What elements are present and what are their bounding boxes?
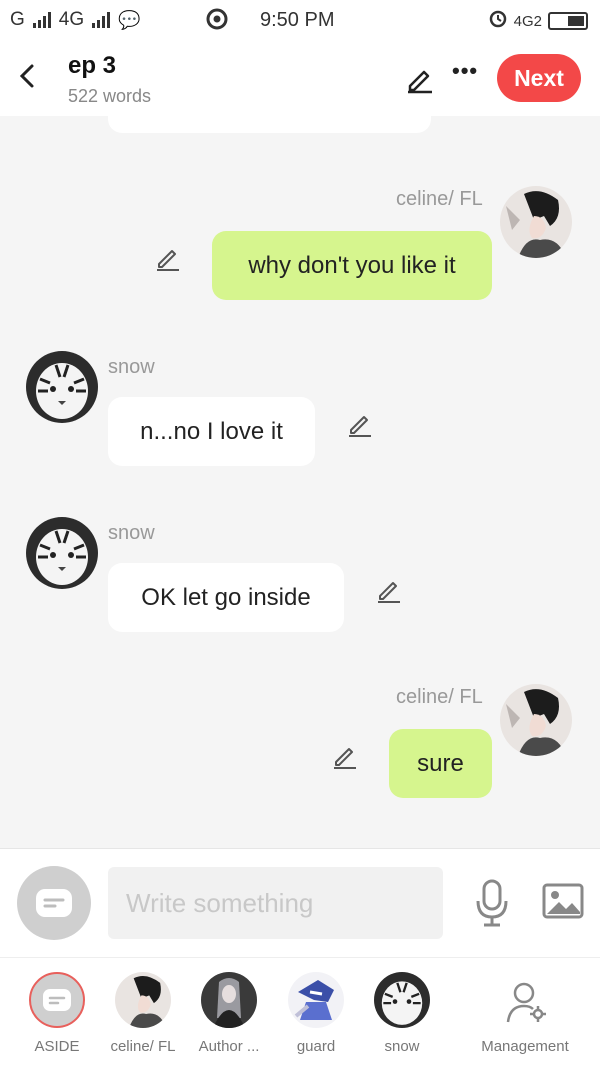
avatar-celine[interactable]	[500, 684, 572, 756]
edit-message-icon[interactable]	[375, 576, 403, 604]
message-sender: celine/ FL	[396, 188, 483, 210]
message-bubble[interactable]: why don't you like it	[212, 231, 492, 300]
message-bubble[interactable]: OK let go inside	[108, 563, 344, 632]
avatar-celine[interactable]	[500, 186, 572, 258]
tab-author[interactable]: Author ...	[184, 958, 274, 1067]
avatar-snow[interactable]	[26, 351, 98, 423]
message-sender: snow	[108, 522, 155, 544]
signal-icon	[32, 12, 51, 28]
chat-area[interactable]: celine/ FL why don't you like it snow n.…	[0, 116, 600, 848]
clock: 9:50 PM	[260, 9, 335, 31]
aside-icon	[29, 972, 85, 1028]
signal-icon-2	[92, 12, 111, 28]
management-icon	[504, 980, 548, 1029]
avatar-snow[interactable]	[26, 517, 98, 589]
message-composer	[0, 848, 600, 957]
character-tab-bar: ASIDE celine/ FL Author ... guard snow M…	[0, 957, 600, 1067]
edit-message-icon[interactable]	[154, 244, 182, 272]
network-label: 4G	[58, 9, 85, 30]
chapter-header: ep 3 522 words ••• Next	[0, 40, 600, 116]
edit-message-icon[interactable]	[331, 742, 359, 770]
tab-label: guard	[296, 1038, 336, 1055]
word-count: 522 words	[68, 86, 152, 106]
tab-aside[interactable]: ASIDE	[12, 958, 102, 1067]
message-input[interactable]	[108, 867, 443, 939]
avatar-author	[201, 972, 257, 1028]
message-bubble[interactable]: sure	[389, 729, 492, 798]
tab-guard[interactable]: guard	[271, 958, 361, 1067]
avatar-snow	[374, 972, 430, 1028]
message-sender: snow	[108, 356, 155, 378]
tab-management[interactable]: Management	[476, 958, 574, 1067]
partial-message-bubble	[108, 116, 431, 133]
tab-label: snow	[384, 1038, 420, 1055]
tab-snow[interactable]: snow	[357, 958, 447, 1067]
tab-label: celine/ FL	[110, 1038, 176, 1055]
avatar-guard	[288, 972, 344, 1028]
edit-message-icon[interactable]	[346, 410, 374, 438]
status-bar: G 4G 💬 9:50 PM 4G2	[0, 0, 600, 40]
network-label-right: 4G2	[513, 12, 542, 30]
battery-icon	[548, 12, 588, 30]
tab-celine[interactable]: celine/ FL	[98, 958, 188, 1067]
tab-label: Management	[481, 1038, 569, 1055]
microphone-icon[interactable]	[474, 879, 510, 927]
next-button[interactable]: Next	[497, 54, 581, 102]
message-sender: celine/ FL	[396, 686, 483, 708]
carrier-label: G	[10, 9, 25, 30]
alarm-icon	[488, 8, 508, 34]
edit-pencil-icon[interactable]	[404, 62, 436, 94]
chapter-title: ep 3	[68, 52, 117, 79]
wechat-icon: 💬	[118, 9, 141, 30]
back-arrow-icon[interactable]	[14, 58, 42, 94]
more-options-icon[interactable]: •••	[452, 58, 478, 84]
chrome-icon	[206, 8, 228, 36]
image-upload-icon[interactable]	[542, 883, 584, 919]
tab-label: Author ...	[198, 1038, 260, 1055]
aside-toggle-button[interactable]	[17, 866, 91, 940]
avatar-celine	[115, 972, 171, 1028]
message-bubble[interactable]: n...no I love it	[108, 397, 315, 466]
tab-label: ASIDE	[34, 1038, 80, 1055]
